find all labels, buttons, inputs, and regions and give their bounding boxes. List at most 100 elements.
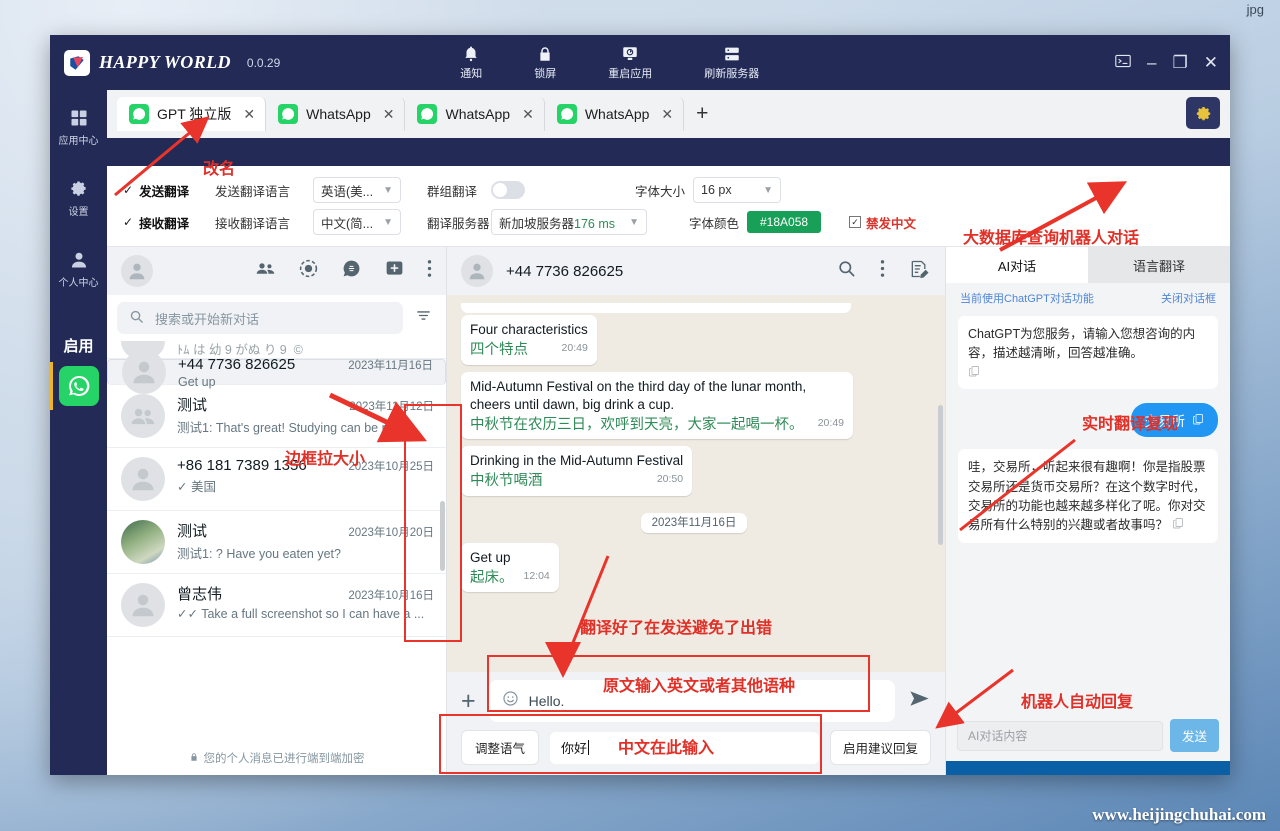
list-item[interactable]: +86 181 7389 1356 2023年10月25日 ✓ 美国 — [107, 448, 446, 511]
minimize-button[interactable]: – — [1147, 54, 1156, 71]
avatar[interactable] — [461, 255, 493, 287]
tab-close-icon[interactable]: ✕ — [661, 106, 673, 123]
message-bubble[interactable]: Four characteristics 四个特点 20:49 — [461, 315, 597, 365]
no-chinese-checkbox[interactable]: ✓ 禁发中文 — [849, 213, 916, 232]
contacts-scrollbar[interactable] — [440, 501, 445, 571]
message-bubble[interactable]: Drinking in the Mid-Autumn Festival 中秋节喝… — [461, 446, 693, 496]
message-time: 20:49 — [561, 342, 588, 355]
ai-input-placeholder: AI对话内容 — [968, 729, 1028, 743]
composer-subbar: 调整语气 你好 启用建议回复 — [447, 730, 945, 775]
search-input[interactable]: 搜索或开始新对话 — [117, 302, 403, 334]
ai-user-message[interactable]: 交易所 — [1130, 403, 1218, 438]
add-tab-button[interactable]: + — [696, 102, 708, 126]
list-item[interactable]: 曾志伟 2023年10月16日 ✓✓ Take a full screensho… — [107, 574, 446, 637]
check-icon: ✓ — [123, 215, 134, 229]
avatar[interactable] — [121, 255, 153, 287]
fontcolor-label: 字体颜色 — [689, 216, 740, 231]
tab-ai-chat[interactable]: AI对话 — [946, 247, 1088, 283]
menu-dots-icon[interactable] — [880, 259, 885, 283]
encryption-note: 您的个人消息已进行端到端加密 — [107, 743, 446, 775]
ai-message-list[interactable]: ChatGPT为您服务，请输入您想咨询的内容，描述越清晰，回答越准确。 交易所 … — [946, 312, 1230, 710]
group-translate-toggle[interactable] — [491, 181, 525, 199]
app-version: 0.0.29 — [246, 55, 281, 70]
avatar — [122, 350, 166, 394]
tab-close-icon[interactable]: ✕ — [383, 106, 395, 123]
maximize-button[interactable]: ❐ — [1173, 54, 1188, 71]
left-rail: 应用中心 设置 个人中心 启用 — [50, 90, 107, 775]
copy-icon[interactable] — [1172, 518, 1184, 532]
whatsapp-icon — [278, 104, 299, 124]
sidebar-item-personal-center[interactable]: 个人中心 — [59, 250, 99, 289]
tab-language-translate[interactable]: 语言翻译 — [1088, 247, 1230, 283]
window-controls: – ❐ ✕ — [1115, 35, 1218, 90]
translate-server-select[interactable]: 新加坡服务器176 ms ▼ — [491, 209, 647, 235]
sidebar-item-settings[interactable]: 设置 — [69, 179, 89, 218]
translation-settings-bar: ✓ 发送翻译 发送翻译语言 英语(美... ▼ 群组翻译 字体大小 16 px … — [107, 166, 1230, 247]
chat-header: +44 7736 826625 — [447, 247, 945, 295]
contacts-list[interactable]: ﾄﾑ は 幼 9 がぬ り 9 © +44 7736 826625 2023年1… — [107, 341, 446, 743]
whatsapp-icon — [556, 104, 577, 124]
ai-input[interactable]: AI对话内容 — [957, 720, 1163, 751]
fontsize-select[interactable]: 16 px ▼ — [693, 177, 781, 203]
ai-send-button[interactable]: 发送 — [1169, 719, 1219, 752]
list-item[interactable]: +44 7736 826625 2023年11月16日 Get up — [107, 350, 446, 394]
filter-icon[interactable] — [411, 307, 436, 329]
message-input[interactable]: Hello. — [488, 680, 895, 722]
search-icon[interactable] — [837, 259, 856, 283]
tab-close-icon[interactable]: ✕ — [522, 106, 534, 123]
ai-bot-message[interactable]: ChatGPT为您服务，请输入您想咨询的内容，描述越清晰，回答越准确。 — [958, 316, 1218, 390]
notify-button[interactable]: 通知 — [460, 45, 482, 81]
list-item[interactable]: 测试 2023年11月12日 测试1: That's great! Studyi… — [107, 385, 446, 448]
tab-whatsapp-3[interactable]: WhatsApp ✕ — [545, 97, 685, 131]
fontcolor-swatch[interactable]: #18A058 — [747, 211, 822, 233]
ai-bot-message[interactable]: 哇，交易所，听起来很有趣啊！你是指股票交易所还是货币交易所？在这个数字时代，交易… — [958, 449, 1218, 543]
message-bubble[interactable]: Get up 起床。 12:04 — [461, 542, 559, 593]
text-caret — [588, 740, 590, 755]
emoji-icon[interactable] — [502, 690, 519, 712]
receive-lang-select[interactable]: 中文(简... ▼ — [313, 209, 401, 235]
chat-title: +44 7736 826625 — [506, 262, 624, 280]
group-icon[interactable] — [255, 258, 276, 284]
channels-icon[interactable] — [341, 258, 362, 284]
receive-translate-checkbox[interactable]: ✓ 接收翻译 — [123, 213, 215, 232]
list-item[interactable]: 测试 2023年10月20日 测试1: ? Have you eaten yet… — [107, 511, 446, 574]
refresh-server-button[interactable]: 刷新服务器 — [704, 45, 759, 81]
close-button[interactable]: ✕ — [1204, 54, 1218, 71]
status-icon[interactable] — [298, 258, 319, 284]
chat-scrollbar[interactable] — [938, 405, 943, 545]
chinese-input[interactable]: 你好 — [550, 731, 819, 764]
edit-note-icon[interactable] — [909, 259, 929, 284]
account-whatsapp-icon[interactable] — [50, 362, 99, 410]
menu-dots-icon[interactable] — [427, 259, 432, 283]
gear-icon — [1196, 106, 1210, 120]
tab-settings-button[interactable] — [1186, 97, 1220, 129]
tab-whatsapp-2[interactable]: WhatsApp ✕ — [405, 97, 545, 131]
restart-app-button[interactable]: 重启应用 — [608, 45, 652, 81]
lockscreen-button[interactable]: 锁屏 — [534, 45, 556, 81]
message-list[interactable]: Four characteristics 四个特点 20:49 Mid-Autum… — [447, 295, 945, 672]
attach-plus-icon[interactable]: + — [461, 688, 476, 714]
new-chat-icon[interactable] — [384, 258, 405, 284]
tone-adjust-button[interactable]: 调整语气 — [461, 730, 540, 765]
site-watermark: www.heijingchuhai.com — [1092, 805, 1266, 824]
sidebar-item-app-center[interactable]: 应用中心 — [59, 108, 99, 147]
contact-name: 测试 — [177, 523, 208, 540]
contact-name: 曾志伟 — [177, 586, 223, 603]
message-text-en: Get up — [470, 549, 511, 565]
copy-icon[interactable] — [968, 364, 1208, 383]
titlebar-actions: 通知 锁屏 重启应用 刷新服务器 — [460, 45, 759, 81]
ai-close-dialog-link[interactable]: 关闭对话框 — [1161, 290, 1216, 306]
send-icon[interactable] — [908, 687, 931, 716]
tab-gpt-standalone[interactable]: GPT 独立版 ✕ — [117, 97, 267, 131]
enable-suggested-reply-button[interactable]: 启用建议回复 — [829, 730, 931, 765]
send-lang-select[interactable]: 英语(美... ▼ — [313, 177, 401, 203]
tab-close-icon[interactable]: ✕ — [243, 106, 255, 123]
message-bubble[interactable]: Mid-Autumn Festival on the third day of … — [461, 371, 853, 440]
copy-icon[interactable] — [1192, 413, 1204, 428]
no-chinese-label: 禁发中文 — [866, 216, 917, 231]
send-translate-checkbox[interactable]: ✓ 发送翻译 — [123, 181, 215, 200]
tab-whatsapp-1[interactable]: WhatsApp ✕ — [266, 97, 406, 131]
server-icon — [725, 47, 739, 60]
settings-row-send: ✓ 发送翻译 发送翻译语言 英语(美... ▼ 群组翻译 字体大小 16 px … — [123, 174, 1230, 206]
console-button[interactable] — [1115, 54, 1131, 71]
